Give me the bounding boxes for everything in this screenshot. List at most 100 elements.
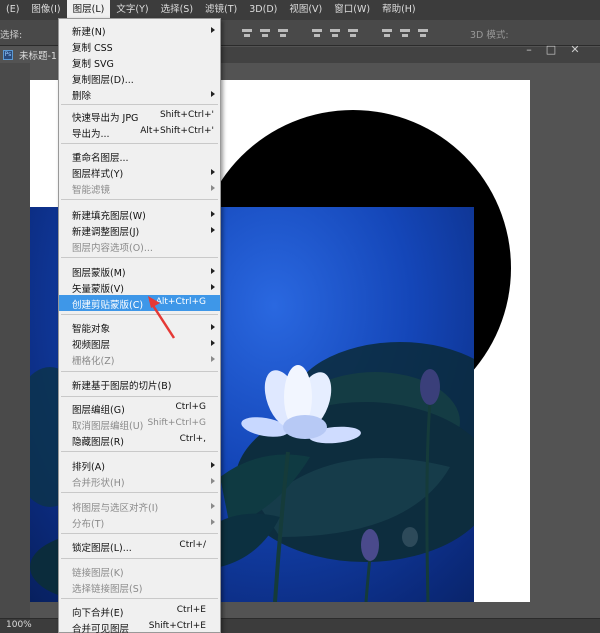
menu-item-layer-content-options[interactable]: 图层内容选项(O)...	[59, 238, 220, 254]
ps-document-icon: Ps	[3, 50, 13, 60]
submenu-arrow-icon	[211, 503, 215, 509]
menu-item-label: 视频图层	[72, 340, 111, 351]
menu-item-layer-style[interactable]: 图层样式(Y)	[59, 164, 220, 180]
distribute-right-icon[interactable]	[416, 26, 430, 40]
menu-item-label: 将图层与选区对齐(I)	[72, 503, 159, 514]
distribute-left-icon[interactable]	[380, 26, 394, 40]
menu-item-new[interactable]: 新建(N)	[59, 22, 220, 38]
menu-item-rasterize[interactable]: 栅格化(Z)	[59, 351, 220, 367]
menu-layer[interactable]: 图层(L)	[66, 0, 111, 20]
submenu-arrow-icon	[211, 340, 215, 346]
menu-item-layer-mask[interactable]: 图层蒙版(M)	[59, 263, 220, 279]
menu-item-ungroup-layers[interactable]: 取消图层编组(U) Shift+Ctrl+G	[59, 416, 220, 432]
align-bottom-icon[interactable]	[276, 26, 290, 40]
menu-item-label: 图层样式(Y)	[72, 169, 124, 180]
submenu-arrow-icon	[211, 284, 215, 290]
menu-item-link-layers[interactable]: 链接图层(K)	[59, 563, 220, 579]
menu-item-distribute[interactable]: 分布(T)	[59, 514, 220, 530]
menu-item-label: 栅格化(Z)	[72, 356, 115, 367]
menu-separator	[61, 371, 218, 372]
menu-item-smart-filter[interactable]: 智能滤镜	[59, 180, 220, 196]
menu-item-label: 创建剪贴蒙版(C)	[72, 300, 144, 311]
menu-item-group-layers[interactable]: 图层编组(G) Ctrl+G	[59, 400, 220, 416]
menu-item-label: 智能对象	[72, 324, 111, 335]
menu-item-delete[interactable]: 删除	[59, 86, 220, 102]
distribute-middle-icon[interactable]	[328, 26, 342, 40]
submenu-arrow-icon	[211, 227, 215, 233]
menu-item-copy-svg[interactable]: 复制 SVG	[59, 54, 220, 70]
menu-separator	[61, 396, 218, 397]
menu-item-hide-layers[interactable]: 隐藏图层(R) Ctrl+,	[59, 432, 220, 448]
document-tab[interactable]: Ps 未标题-1	[0, 47, 60, 63]
menu-item-label: 导出为...	[72, 129, 110, 140]
menu-item-label: 复制图层(D)...	[72, 75, 134, 86]
menu-item-shortcut: Shift+Ctrl+G	[147, 418, 206, 428]
menu-separator	[61, 143, 218, 144]
menu-image[interactable]: 图像(I)	[25, 0, 66, 20]
menu-item-label: 新建(N)	[72, 27, 106, 38]
menu-item-shortcut: Ctrl+E	[176, 605, 206, 615]
menubar: (E) 图像(I) 图层(L) 文字(Y) 选择(S) 滤镜(T) 3D(D) …	[0, 0, 600, 20]
align-middle-icon[interactable]	[258, 26, 272, 40]
menu-item-new-fill-layer[interactable]: 新建填充图层(W)	[59, 206, 220, 222]
menu-item-merge-visible[interactable]: 合并可见图层 Shift+Ctrl+E	[59, 619, 220, 633]
menu-item-label: 智能滤镜	[72, 185, 111, 196]
menu-item-label: 复制 SVG	[72, 59, 114, 70]
menu-item-shortcut: Shift+Ctrl+'	[159, 110, 214, 120]
menu-item-copy-css[interactable]: 复制 CSS	[59, 38, 220, 54]
menu-3d[interactable]: 3D(D)	[243, 0, 283, 20]
align-top-icon[interactable]	[240, 26, 254, 40]
menu-separator	[61, 598, 218, 599]
menu-window[interactable]: 窗口(W)	[328, 0, 376, 20]
menu-separator	[61, 104, 218, 105]
menu-select[interactable]: 选择(S)	[155, 0, 199, 20]
menu-item-quick-export-jpg[interactable]: 快速导出为 JPG Shift+Ctrl+'	[59, 108, 220, 124]
menu-item-duplicate-layer[interactable]: 复制图层(D)...	[59, 70, 220, 86]
menu-item-label: 隐藏图层(R)	[72, 437, 125, 448]
menu-item-label: 新建调整图层(J)	[72, 227, 140, 238]
document-tab-title: 未标题-1	[19, 51, 57, 62]
menu-item-label: 快速导出为 JPG	[72, 113, 139, 124]
menu-item-lock-layers[interactable]: 锁定图层(L)... Ctrl+/	[59, 538, 220, 554]
menu-item-new-adjustment-layer[interactable]: 新建调整图层(J)	[59, 222, 220, 238]
menu-item-shortcut: Ctrl+,	[179, 434, 206, 444]
menu-help[interactable]: 帮助(H)	[376, 0, 422, 20]
submenu-arrow-icon	[211, 268, 215, 274]
zoom-level[interactable]: 100%	[6, 620, 32, 630]
distribute-bottom-icon[interactable]	[346, 26, 360, 40]
close-icon[interactable]: ✕	[566, 43, 584, 57]
submenu-arrow-icon	[211, 462, 215, 468]
distribute-center-icon[interactable]	[398, 26, 412, 40]
menu-item-label: 排列(A)	[72, 462, 105, 473]
menu-item-export-as[interactable]: 导出为... Alt+Shift+Ctrl+'	[59, 124, 220, 140]
menu-item-select-linked-layers[interactable]: 选择链接图层(S)	[59, 579, 220, 595]
distribute-top-icon[interactable]	[310, 26, 324, 40]
menu-item-label: 复制 CSS	[72, 43, 113, 54]
menu-separator	[61, 257, 218, 258]
menu-separator	[61, 451, 218, 452]
menu-separator	[61, 199, 218, 200]
menu-type[interactable]: 文字(Y)	[110, 0, 154, 20]
menu-item-align-to-selection[interactable]: 将图层与选区对齐(I)	[59, 498, 220, 514]
menu-item-label: 取消图层编组(U)	[72, 421, 144, 432]
menu-item-shortcut: Ctrl+G	[175, 402, 206, 412]
maximize-icon[interactable]: □	[542, 43, 560, 57]
menu-item-new-layer-based-slice[interactable]: 新建基于图层的切片(B)	[59, 376, 220, 392]
annotation-arrow-icon	[148, 296, 176, 339]
menu-view[interactable]: 视图(V)	[283, 0, 328, 20]
submenu-arrow-icon	[211, 356, 215, 362]
submenu-arrow-icon	[211, 519, 215, 525]
menu-item-label: 锁定图层(L)...	[72, 543, 132, 554]
menu-item-rename-layer[interactable]: 重命名图层...	[59, 148, 220, 164]
menu-edit[interactable]: (E)	[0, 0, 25, 20]
menu-item-label: 新建填充图层(W)	[72, 211, 146, 222]
menu-item-merge-down[interactable]: 向下合并(E) Ctrl+E	[59, 603, 220, 619]
menu-filter[interactable]: 滤镜(T)	[199, 0, 243, 20]
submenu-arrow-icon	[211, 91, 215, 97]
minimize-icon[interactable]: –	[520, 43, 538, 57]
menu-item-label: 重命名图层...	[72, 153, 129, 164]
menu-item-arrange[interactable]: 排列(A)	[59, 457, 220, 473]
menu-item-label: 分布(T)	[72, 519, 105, 530]
menu-item-label: 图层内容选项(O)...	[72, 243, 153, 254]
menu-item-combine-shapes[interactable]: 合并形状(H)	[59, 473, 220, 489]
